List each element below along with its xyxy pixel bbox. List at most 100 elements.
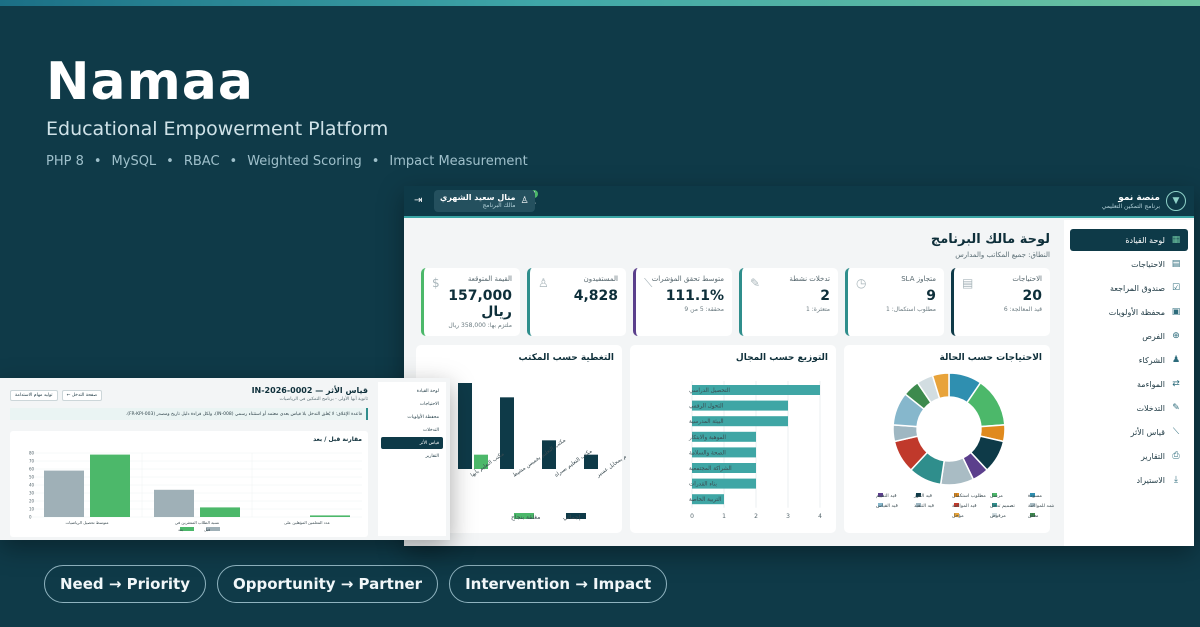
clock-icon: ◷ (856, 276, 867, 290)
line-chart-icon: ⟋ (1172, 427, 1180, 437)
tech-separator: • (229, 154, 238, 169)
sidebar-item[interactable]: ⟋ قياس الأثر (1070, 421, 1188, 443)
y-tick-label: 70 (29, 459, 35, 464)
y-tick-label: بناء القدرات (689, 482, 717, 488)
bar-after (90, 454, 130, 517)
sidebar-item[interactable]: ⎙ التقارير (1070, 445, 1188, 467)
before-after-card: مقارنة قبل / بعد 0 10 20 30 40 50 60 70 80 متوسط … (10, 431, 368, 537)
back-to-intervention-button[interactable]: ← صفحة التدخل (61, 390, 103, 401)
kpi-label: المستفيدون (583, 275, 618, 283)
swap-icon: ⇄ (1172, 379, 1180, 389)
dashboard-window: ▼ منصة نمو برنامج التمكين التعليمي 🔔︎2 ♙… (404, 186, 1194, 546)
sidebar-item-label: الاستيراد (1136, 475, 1165, 485)
pill-need-priority: Need → Priority (44, 565, 206, 603)
brand-name: منصة نمو (1118, 192, 1160, 203)
sidebar-small-item[interactable]: محفظة الأولويات (381, 411, 443, 423)
kpi-card: ▤ الاحتياجات 20 قيد المعالجة: 6 (951, 268, 1050, 336)
sidebar-item[interactable]: ▣ محفظة الأولويات (1070, 301, 1188, 323)
legend-label: مغلقة بنجاح (511, 514, 540, 521)
hero-title: Namaa (46, 52, 254, 112)
page-title: لوحة مالك البرنامج (930, 232, 1050, 247)
pencil-icon: ✎ (1172, 403, 1180, 413)
flow-pills: Need → Priority Opportunity → Partner In… (44, 565, 668, 603)
pencil-icon: ✎ (750, 276, 761, 290)
sidebar-item-label: الفرص (1142, 331, 1165, 341)
kpi-card: ✎ تدخلات نشطة 2 متعثرة: 1 (739, 268, 838, 336)
printer-icon: ⎙ (1172, 451, 1180, 461)
bar-before (44, 470, 84, 517)
kpi-note: ملتزم بها: 358,000 ريال (448, 322, 512, 329)
kpi-row: ▤ الاحتياجات 20 قيد المعالجة: 6 ◷ متجاوز … (416, 268, 1050, 336)
legend-label: قيد القياس (876, 503, 898, 509)
sidebar-item-label: لوحة القيادة (1125, 235, 1165, 245)
field-chart-title: التوزيع حسب المجال (735, 353, 828, 363)
sidebar-item-label: صندوق المراجعة (1109, 283, 1165, 293)
user-menu[interactable]: ♙ منال سعيد الشهري مالك البرنامج (434, 190, 535, 212)
sidebar-item[interactable]: ♟ الشركاء (1070, 349, 1188, 371)
kpi-label: متجاوز SLA (901, 275, 936, 283)
impact-actions: توليد مهام الاستدامة ← صفحة التدخل (10, 390, 103, 401)
sidebar-small-item[interactable]: التدخلات (381, 424, 443, 436)
kpi-label: متوسط تحقق المؤشرات (651, 275, 724, 283)
logout-icon[interactable]: ⇥ (414, 195, 422, 206)
x-tick-label: مكتب التعليم بمحايل عسير (594, 438, 626, 479)
sidebar-item[interactable]: ⇄ المواءمة (1070, 373, 1188, 395)
kpi-card: ◷ متجاوز SLA 9 مطلوب استكمال: 1 (845, 268, 944, 336)
sidebar-item-label: الشركاء (1138, 355, 1165, 365)
sidebar-small-item[interactable]: لوحة القيادة (381, 385, 443, 397)
sidebar-item[interactable]: ☑ صندوق المراجعة (1070, 277, 1188, 299)
y-tick-label: 10 (29, 507, 35, 512)
status-donut-chart: مسودة مرسل مطلوب استكمال قيد الفرز قيد التقي… (876, 372, 1054, 519)
brand[interactable]: ▼ منصة نمو برنامج التمكين التعليمي (1102, 191, 1186, 211)
sidebar-small-item[interactable]: قياس الأثر (381, 437, 443, 449)
kpi-value: 111.1% (665, 288, 724, 304)
sidebar-item[interactable]: ⤓ الاستيراد (1070, 469, 1188, 491)
pill-intervention-impact: Intervention → Impact (449, 565, 668, 603)
sidebar-small-item[interactable]: الاحتياجات (381, 398, 443, 410)
briefcase-icon: ▣ (1171, 307, 1181, 317)
office-chart-title: التغطية حسب المكتب (518, 353, 615, 363)
bar-after (200, 507, 240, 517)
x-tick-label: 4 (818, 513, 822, 520)
y-tick-label: 0 (29, 515, 32, 520)
field-chart-card: 0 1 2 3 4 التحصيل الدراسي التحول الرقمي البيئة … (630, 345, 836, 533)
sidebar-item[interactable]: ⊕ الفرص (1070, 325, 1188, 347)
plus-circle-icon: ⊕ (1172, 331, 1180, 341)
grid-icon: ▦ (1171, 235, 1181, 245)
x-tick-label: 0 (690, 513, 694, 520)
users-icon: ♟ (1171, 355, 1181, 365)
impact-window: لوحة القيادة الاحتياجات محفظة الأولويات الت… (0, 378, 450, 540)
x-tick-label: عدد المعلمين المؤهلين على (284, 520, 330, 525)
legend-label: بعد (178, 527, 183, 532)
before-after-chart: 0 10 20 30 40 50 60 70 80 متوسط تحصيل الرياضيات نس… (29, 451, 362, 532)
kpi-value: 157,000 ريال (448, 288, 512, 320)
tech-item: MySQL (111, 154, 157, 169)
pill-opportunity-partner: Opportunity → Partner (216, 565, 439, 603)
sidebar-item[interactable]: ▦ لوحة القيادة (1070, 229, 1188, 251)
kpi-note: قيد المعالجة: 6 (1003, 306, 1042, 313)
tech-separator: • (93, 154, 102, 169)
charts-row: مسودة مرسل مطلوب استكمال قيد الفرز قيد التقي… (416, 345, 1054, 533)
x-tick-label: 3 (786, 513, 790, 520)
y-tick-label: التحول الرقمي (689, 404, 724, 410)
sidebar-small-item[interactable]: التقارير (381, 450, 443, 462)
document-icon: ▤ (962, 276, 974, 290)
y-tick-label: 80 (29, 451, 35, 456)
kpi-card: ⟋ متوسط تحقق المؤشرات 111.1% محققة: 5 من… (633, 268, 732, 336)
generate-tasks-button[interactable]: توليد مهام الاستدامة (10, 390, 58, 401)
sidebar-item-label: المواءمة (1137, 379, 1165, 389)
sidebar-item-label: التدخلات (1136, 403, 1165, 413)
legend-label: إجمالي (563, 514, 581, 521)
y-tick-label: الصحة والسلامة (689, 450, 726, 456)
sidebar-item[interactable]: ▤ الاحتياجات (1070, 253, 1188, 275)
bar-total (458, 383, 472, 469)
bar-before (154, 489, 194, 517)
hero-subtitle: Educational Empowerment Platform (46, 118, 389, 140)
sidebar-item[interactable]: ✎ التدخلات (1070, 397, 1188, 419)
tech-separator: • (166, 154, 174, 169)
bar-after (310, 515, 350, 517)
legend-label: مرفوض (990, 514, 1006, 519)
kpi-value: 20 (1022, 288, 1042, 304)
status-chart-title: الاحتياجات حسب الحالة (939, 353, 1042, 363)
y-tick-label: 60 (29, 467, 35, 472)
